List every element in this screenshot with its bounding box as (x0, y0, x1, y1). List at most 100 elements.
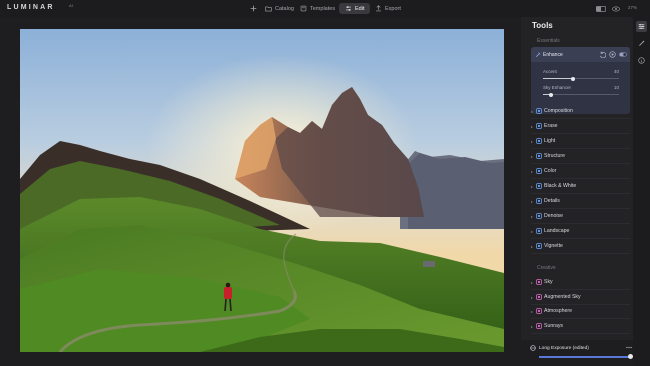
tool-item[interactable]: ▸ Erase (531, 121, 630, 132)
right-sidebar (633, 17, 650, 366)
long-exposure-slider[interactable] (539, 356, 630, 358)
divider (531, 289, 630, 290)
chevron-right-icon: ▸ (531, 280, 534, 285)
tool-item[interactable]: ▸ Augmented Sky (531, 292, 630, 303)
denoise-icon (536, 213, 542, 219)
chevron-right-icon: ▸ (531, 109, 534, 114)
section-essentials: Essentials (537, 38, 560, 44)
tool-label: Erase (544, 123, 558, 129)
augmented-sky-icon (536, 293, 542, 300)
top-bar: LUMINAR AI Catalog Templates Edit Export… (0, 0, 650, 17)
more-icon[interactable] (626, 346, 632, 349)
color-icon (536, 168, 542, 174)
history-button[interactable] (636, 55, 647, 66)
catalog-tab[interactable]: Catalog (265, 3, 294, 14)
templates-label: Templates (310, 5, 336, 12)
tool-item[interactable]: ▸ Landscape (531, 226, 630, 237)
add-button[interactable] (250, 3, 257, 14)
enhance-header[interactable]: Enhance (531, 47, 630, 62)
vignette-icon (536, 243, 542, 249)
chevron-right-icon: ▸ (531, 294, 534, 300)
adjustments-button[interactable] (636, 21, 647, 32)
sky-enhancer-label: Sky Enhancer (543, 85, 572, 90)
brush-button[interactable] (636, 38, 647, 49)
tool-item[interactable]: ▸ Denoise (531, 211, 630, 222)
divider (531, 133, 630, 134)
divider (531, 178, 630, 179)
chevron-right-icon: ▸ (531, 199, 534, 204)
accent-value[interactable]: 40 (611, 69, 619, 74)
light-icon (536, 138, 542, 144)
compare-button[interactable] (596, 5, 606, 12)
chevron-right-icon: ▸ (531, 323, 534, 329)
details-icon (536, 198, 542, 204)
favorite-icon[interactable] (609, 51, 616, 58)
erase-icon (536, 123, 542, 129)
folder-icon (265, 6, 272, 11)
eye-icon (612, 6, 620, 11)
long-exposure-bar: Long Exposure (edited) (521, 340, 633, 366)
chevron-right-icon: ▸ (531, 309, 534, 314)
tool-item[interactable]: ▸ Structure (531, 151, 630, 162)
chevron-right-icon: ▸ (531, 214, 534, 219)
app-logo-suffix: AI (69, 3, 74, 8)
chevron-right-icon: ▸ (531, 124, 534, 129)
templates-tab[interactable]: Templates (300, 3, 335, 14)
tool-label: Sunrays (544, 322, 564, 329)
tool-item[interactable]: ▸ Composition (531, 106, 630, 117)
divider (531, 118, 630, 119)
edit-tab[interactable]: Edit (339, 3, 371, 14)
chevron-right-icon: ▸ (531, 244, 534, 249)
toggle-icon[interactable] (619, 51, 627, 58)
brush-icon (639, 40, 645, 46)
zoom-level[interactable]: 27% (628, 5, 637, 10)
export-tab[interactable]: Export (375, 3, 401, 14)
export-label: Export (385, 5, 401, 12)
app-logo: LUMINAR (7, 4, 55, 11)
tool-item[interactable]: ▸ Atmosphere (531, 306, 630, 317)
enhance-title: Enhance (543, 52, 563, 58)
accent-slider[interactable] (543, 76, 619, 81)
edit-label: Edit (355, 5, 365, 12)
catalog-label: Catalog (275, 5, 294, 12)
divider (531, 208, 630, 209)
chevron-right-icon: ▸ (531, 154, 534, 159)
plus-icon (250, 5, 257, 12)
atmosphere-icon (536, 308, 542, 314)
templates-icon (300, 5, 307, 12)
tool-item[interactable]: ▸ Sky (531, 277, 630, 288)
sunrays-icon (536, 322, 542, 329)
sky-enhancer-slider[interactable] (543, 92, 619, 97)
sliders-icon (638, 24, 645, 29)
divider (531, 332, 630, 334)
tools-panel: Tools Essentials Enhance Accent 40 Sky E… (521, 17, 633, 366)
sky-enhancer-slider-knob[interactable] (548, 92, 553, 97)
tool-item[interactable]: ▸ Sunrays (531, 321, 630, 332)
long-exposure-icon (530, 345, 536, 351)
preview-button[interactable] (612, 5, 620, 12)
divider (531, 223, 630, 224)
tool-item[interactable]: ▸ Color (531, 166, 630, 177)
undo-icon[interactable] (599, 51, 606, 58)
divider (531, 163, 630, 164)
tool-label: Landscape (544, 228, 570, 234)
landscape-photo (20, 29, 504, 352)
accent-slider-knob[interactable] (571, 76, 576, 81)
tool-item[interactable]: ▸ Details (531, 196, 630, 207)
tool-item[interactable]: ▸ Vignette (531, 241, 630, 252)
tool-label: Black & White (544, 183, 577, 189)
tool-item[interactable]: ▸ Light (531, 136, 630, 147)
export-icon (376, 5, 381, 12)
enhance-icon (535, 52, 541, 58)
edit-icon (346, 6, 351, 11)
landscape-icon (536, 228, 542, 234)
divider (531, 193, 630, 194)
sky-enhancer-value[interactable]: 10 (611, 85, 619, 90)
divider (531, 318, 630, 319)
tool-label: Vignette (544, 243, 563, 249)
tool-item[interactable]: ▸ Black & White (531, 181, 630, 192)
structure-icon (536, 153, 542, 159)
tool-label: Augmented Sky (544, 293, 581, 300)
photo-canvas[interactable] (20, 29, 504, 352)
tool-label: Structure (544, 153, 566, 159)
